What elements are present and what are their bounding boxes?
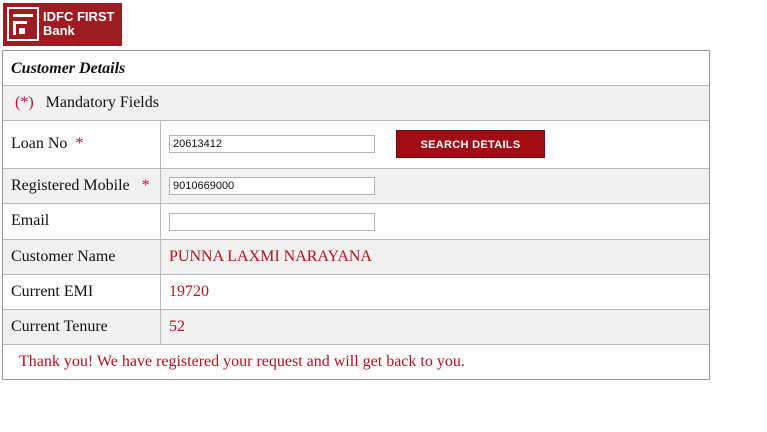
current-emi-row: Current EMI 19720 — [3, 275, 709, 310]
customer-name-label: Customer Name — [11, 248, 116, 265]
email-row: Email — [3, 204, 709, 240]
required-asterisk: * — [75, 135, 84, 152]
mandatory-mark: (*) — [15, 94, 34, 111]
mandatory-note: (*) Mandatory Fields — [15, 94, 159, 112]
registered-mobile-label: Registered Mobile * — [11, 177, 150, 195]
registered-mobile-row: Registered Mobile * — [3, 169, 709, 204]
email-label: Email — [11, 212, 50, 229]
registered-mobile-input[interactable] — [169, 177, 375, 195]
mandatory-fields-row: (*) Mandatory Fields — [3, 86, 709, 121]
loan-no-label-text: Loan No — [11, 135, 68, 152]
customer-name-row: Customer Name PUNNA LAXMI NARAYANA — [3, 240, 709, 275]
logo-text: IDFC FIRST Bank — [43, 10, 115, 38]
logo-line-1: IDFC FIRST — [43, 9, 115, 24]
current-emi-label: Current EMI — [11, 283, 94, 300]
panel-title: Customer Details — [11, 60, 126, 77]
confirmation-message: Thank you! We have registered your reque… — [19, 353, 465, 370]
current-tenure-value: 52 — [169, 318, 185, 335]
current-tenure-label: Current Tenure — [11, 318, 108, 335]
loan-no-input[interactable] — [169, 135, 375, 153]
mandatory-text: Mandatory Fields — [45, 94, 159, 111]
email-input[interactable] — [169, 213, 375, 231]
customer-details-panel: Customer Details (*) Mandatory Fields Lo… — [2, 50, 710, 380]
registered-mobile-label-text: Registered Mobile — [11, 177, 130, 194]
idfc-first-bank-logo: IDFC FIRST Bank — [3, 3, 122, 46]
bank-logo-icon — [7, 7, 39, 41]
logo-line-2: Bank — [43, 23, 75, 38]
loan-no-row: Loan No * SEARCH DETAILS — [3, 121, 709, 169]
panel-title-row: Customer Details — [3, 51, 709, 86]
required-asterisk: * — [141, 177, 150, 194]
search-details-button[interactable]: SEARCH DETAILS — [396, 130, 545, 158]
loan-no-label: Loan No * — [11, 135, 83, 153]
customer-name-value: PUNNA LAXMI NARAYANA — [169, 248, 372, 265]
current-emi-value: 19720 — [169, 283, 209, 300]
current-tenure-row: Current Tenure 52 — [3, 310, 709, 345]
confirmation-row: Thank you! We have registered your reque… — [3, 345, 709, 379]
